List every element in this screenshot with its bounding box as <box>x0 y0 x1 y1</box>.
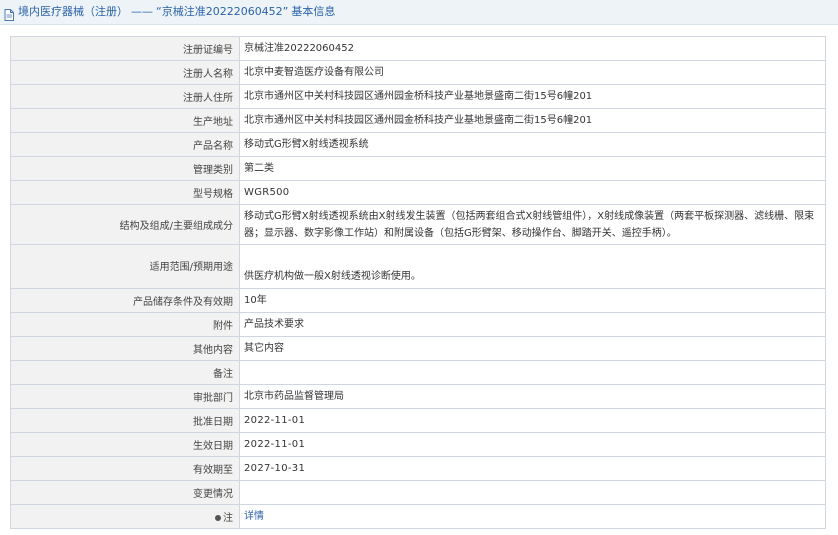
row-label: 批准日期 <box>10 408 240 433</box>
table-row: 生产地址 北京市通州区中关村科技园区通州园金桥科技产业基地景盛南二街15号6幢2… <box>10 108 826 133</box>
table-row: 产品储存条件及有效期 10年 <box>10 288 826 313</box>
document-icon <box>4 6 14 21</box>
table-row: 管理类别 第二类 <box>10 156 826 181</box>
table-row: 产品名称 移动式G形臂X射线透视系统 <box>10 132 826 157</box>
breadcrumb-record: “京械注准20222060452” <box>156 5 289 18</box>
bullet-icon <box>215 515 221 521</box>
row-value: 2022-11-01 <box>239 408 826 433</box>
breadcrumb-category[interactable]: 境内医疗器械（注册） <box>18 0 128 24</box>
row-label: 注册人名称 <box>10 60 240 85</box>
table-row: 附件 产品技术要求 <box>10 312 826 337</box>
row-value: 北京市通州区中关村科技园区通州园金桥科技产业基地景盛南二街15号6幢201 <box>239 108 826 133</box>
row-value: 移动式G形臂X射线透视系统 <box>239 132 826 157</box>
row-value <box>239 480 826 505</box>
row-value <box>239 360 826 385</box>
table-row: 生效日期 2022-11-01 <box>10 432 826 457</box>
table-row: 审批部门 北京市药品监督管理局 <box>10 384 826 409</box>
row-label: 注 <box>223 513 233 524</box>
row-value: 2027-10-31 <box>239 456 826 481</box>
info-table-container: 注册证编号 京械注准20222060452 注册人名称 北京中麦智造医疗设备有限… <box>10 36 826 529</box>
row-label: 备注 <box>10 360 240 385</box>
row-label: 生产地址 <box>10 108 240 133</box>
row-value: 2022-11-01 <box>239 432 826 457</box>
row-value: 移动式G形臂X射线透视系统由X射线发生装置（包括两套组合式X射线管组件），X射线… <box>239 204 826 245</box>
row-label: 注册人住所 <box>10 84 240 109</box>
row-label: 生效日期 <box>10 432 240 457</box>
table-row: 批准日期 2022-11-01 <box>10 408 826 433</box>
row-value: WGR500 <box>239 180 826 205</box>
table-row: 有效期至 2027-10-31 <box>10 456 826 481</box>
table-row: 备注 <box>10 360 826 385</box>
row-value: 第二类 <box>239 156 826 181</box>
table-row: 变更情况 <box>10 480 826 505</box>
details-link[interactable]: 详情 <box>244 511 264 522</box>
breadcrumb-section: 基本信息 <box>291 5 336 18</box>
row-label: 适用范围/预期用途 <box>10 244 240 289</box>
table-row: 适用范围/预期用途 供医疗机构做一般X射线透视诊断使用。 <box>10 244 826 289</box>
table-row: 注册人住所 北京市通州区中关村科技园区通州园金桥科技产业基地景盛南二街15号6幢… <box>10 84 826 109</box>
row-value: 北京市药品监督管理局 <box>239 384 826 409</box>
note-label-cell: 注 <box>10 504 240 529</box>
row-label: 有效期至 <box>10 456 240 481</box>
row-value: 北京市通州区中关村科技园区通州园金桥科技产业基地景盛南二街15号6幢201 <box>239 84 826 109</box>
breadcrumb-separator: —— <box>131 5 153 18</box>
row-value: 产品技术要求 <box>239 312 826 337</box>
row-label: 产品储存条件及有效期 <box>10 288 240 313</box>
breadcrumb: 境内医疗器械（注册） —— “京械注准20222060452” 基本信息 <box>0 0 838 25</box>
row-label: 型号规格 <box>10 180 240 205</box>
row-value: 供医疗机构做一般X射线透视诊断使用。 <box>239 244 826 289</box>
row-value: 其它内容 <box>239 336 826 361</box>
row-label: 附件 <box>10 312 240 337</box>
row-label: 产品名称 <box>10 132 240 157</box>
table-row: 注 详情 <box>10 504 826 529</box>
row-value-cell: 详情 <box>239 504 826 529</box>
row-label: 管理类别 <box>10 156 240 181</box>
row-label: 审批部门 <box>10 384 240 409</box>
table-row: 结构及组成/主要组成成分 移动式G形臂X射线透视系统由X射线发生装置（包括两套组… <box>10 204 826 245</box>
table-row: 注册人名称 北京中麦智造医疗设备有限公司 <box>10 60 826 85</box>
row-value: 京械注准20222060452 <box>239 36 826 61</box>
row-label: 其他内容 <box>10 336 240 361</box>
table-row: 注册证编号 京械注准20222060452 <box>10 36 826 61</box>
row-label: 变更情况 <box>10 480 240 505</box>
table-row: 型号规格 WGR500 <box>10 180 826 205</box>
row-value: 北京中麦智造医疗设备有限公司 <box>239 60 826 85</box>
table-row: 其他内容 其它内容 <box>10 336 826 361</box>
row-value: 10年 <box>239 288 826 313</box>
row-label: 结构及组成/主要组成成分 <box>10 204 240 245</box>
info-table: 注册证编号 京械注准20222060452 注册人名称 北京中麦智造医疗设备有限… <box>10 36 826 529</box>
row-label: 注册证编号 <box>10 36 240 61</box>
